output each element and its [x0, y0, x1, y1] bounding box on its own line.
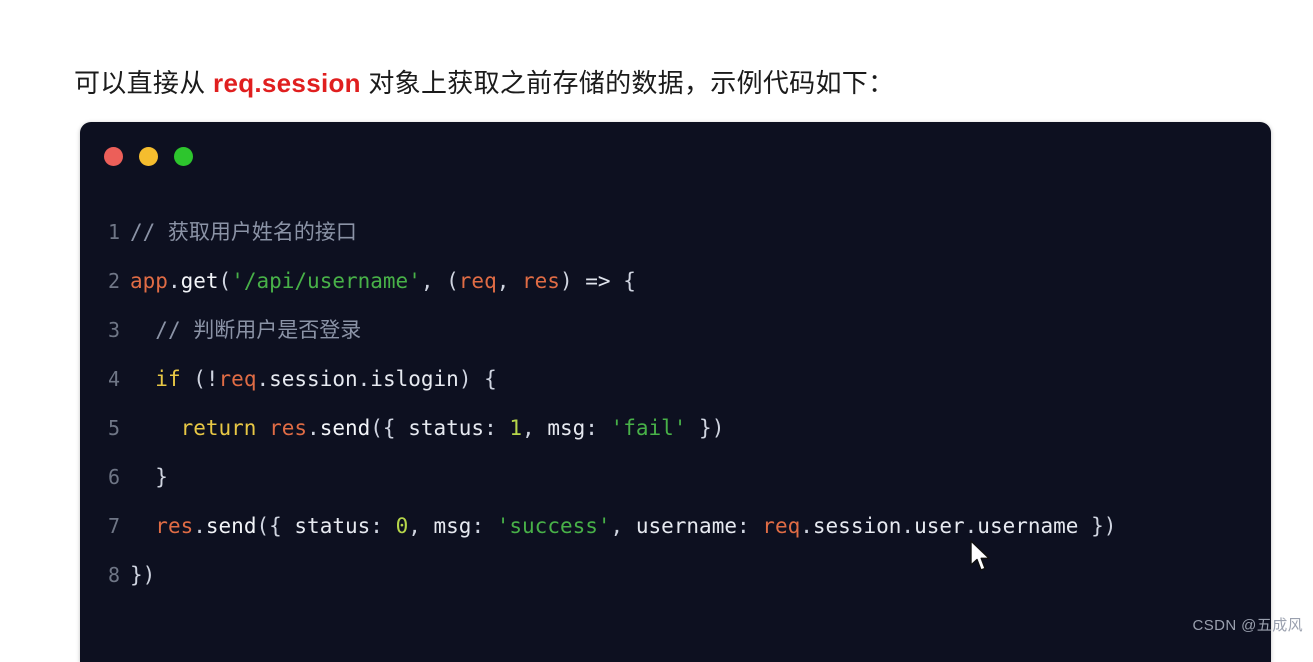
code-line: 5 return res.send({ status: 1, msg: 'fai… [80, 404, 1271, 453]
line-code-text: return res.send({ status: 1, msg: 'fail'… [180, 416, 725, 440]
line-code-text: if (!req.session.islogin) { [155, 367, 497, 391]
window-close-dot-icon[interactable] [104, 147, 123, 166]
code-content: 1 // 获取用户姓名的接口 2 app.get('/api/username'… [80, 208, 1271, 600]
code-line: 6 } [80, 453, 1271, 502]
line-number: 8 [107, 563, 120, 587]
inline-code-req-session: req.session [213, 68, 361, 98]
line-code-text: app.get('/api/username', (req, res) => { [130, 269, 636, 293]
line-number: 6 [107, 465, 120, 489]
code-line: 8 }) [80, 551, 1271, 600]
intro-suffix-text: 对象上获取之前存储的数据，示例代码如下： [360, 68, 895, 98]
line-code-text: res.send({ status: 0, msg: 'success', us… [155, 514, 1117, 538]
line-number: 7 [107, 514, 120, 538]
line-number: 1 [107, 220, 120, 244]
line-code-text: } [155, 465, 168, 489]
code-block-card: 1 // 获取用户姓名的接口 2 app.get('/api/username'… [80, 122, 1271, 662]
line-code-text: // 获取用户姓名的接口 [130, 220, 357, 244]
intro-prefix-text: 可以直接从 [74, 68, 214, 98]
code-line: 3 // 判断用户是否登录 [80, 306, 1271, 355]
window-minimize-dot-icon[interactable] [139, 147, 158, 166]
window-maximize-dot-icon[interactable] [174, 147, 193, 166]
code-line: 7 res.send({ status: 0, msg: 'success', … [80, 502, 1271, 551]
watermark-text: CSDN @五成风 [1192, 617, 1303, 634]
line-number: 3 [107, 318, 120, 342]
line-code-text: // 判断用户是否登录 [155, 318, 362, 342]
line-number: 4 [107, 367, 120, 391]
code-line: 4 if (!req.session.islogin) { [80, 355, 1271, 404]
intro-paragraph: 可以直接从 req.session 对象上获取之前存储的数据，示例代码如下： [74, 64, 894, 102]
code-line: 2 app.get('/api/username', (req, res) =>… [80, 257, 1271, 306]
line-number: 5 [107, 416, 120, 440]
line-code-text: }) [130, 563, 156, 587]
line-number: 2 [107, 269, 120, 293]
window-controls [104, 147, 193, 166]
code-line: 1 // 获取用户姓名的接口 [80, 208, 1271, 257]
